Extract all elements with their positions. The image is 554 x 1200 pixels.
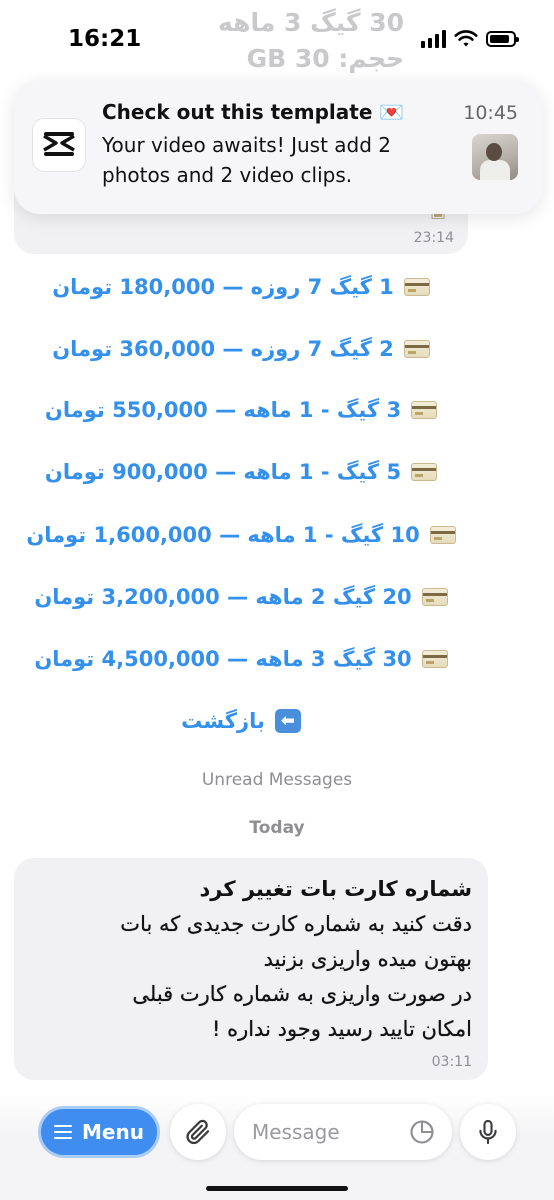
plan-button-label: 2 گیگ 7 روزه — 360,000 تومان xyxy=(52,337,394,361)
capcut-icon xyxy=(32,118,86,172)
message-line: بهتون میده واریزی بزنید xyxy=(263,947,472,971)
microphone-icon xyxy=(479,1119,497,1145)
menu-icon xyxy=(54,1125,73,1139)
credit-card-icon xyxy=(411,463,438,481)
plan-button-2gb[interactable]: 2 گیگ 7 روزه — 360,000 تومان xyxy=(14,329,468,369)
message-line: دقت کنید به شماره کارت جدیدی که بات xyxy=(120,912,472,936)
credit-card-icon xyxy=(421,650,448,668)
plan-button-5gb[interactable]: 5 گیگ - 1 ماهه — 900,000 تومان xyxy=(14,452,468,492)
message-line: در صورت واریزی به شماره کارت قبلی xyxy=(132,982,472,1006)
back-arrow-icon: ⬅ xyxy=(274,709,301,733)
status-icons xyxy=(421,30,519,48)
status-time: 16:21 xyxy=(68,26,142,52)
credit-card-icon xyxy=(403,340,430,358)
voice-record-button[interactable] xyxy=(460,1104,516,1160)
back-button-label: بازگشت xyxy=(181,709,265,733)
notification-thumbnail xyxy=(472,134,518,180)
unread-messages-divider: Unread Messages xyxy=(201,770,353,790)
push-notification[interactable]: Check out this template 💌 Your video awa… xyxy=(14,80,542,214)
message-input-box[interactable] xyxy=(234,1104,452,1160)
plan-button-30gb[interactable]: 30 گیگ 3 ماهه — 4,500,000 تومان xyxy=(14,639,468,679)
plan-button-1gb[interactable]: 1 گیگ 7 روزه — 180,000 تومان xyxy=(14,267,468,307)
bot-menu-button[interactable]: Menu xyxy=(38,1106,160,1158)
plan-button-3gb[interactable]: 3 گیگ - 1 ماهه — 550,000 تومان xyxy=(14,390,468,430)
credit-card-icon xyxy=(429,526,456,544)
credit-card-icon xyxy=(411,401,438,419)
cellular-signal-icon xyxy=(421,30,446,48)
back-button[interactable]: ⬅ بازگشت xyxy=(14,701,468,741)
previous-message-line: حجم: 30 GB xyxy=(246,44,404,73)
plan-button-label: 10 گیگ - 1 ماهه — 1,600,000 تومان xyxy=(26,523,420,547)
plan-button-20gb[interactable]: 20 گیگ 2 ماهه — 3,200,000 تومان xyxy=(14,577,468,617)
message-heading: شماره کارت بات تغییر کرد xyxy=(199,877,472,901)
wifi-icon xyxy=(454,30,478,47)
message-time: 23:14 xyxy=(413,230,454,246)
plan-button-label: 3 گیگ - 1 ماهه — 550,000 تومان xyxy=(44,398,402,422)
credit-card-icon xyxy=(421,588,448,606)
date-divider: Today xyxy=(249,818,305,838)
notification-title: Check out this template 💌 xyxy=(102,100,405,124)
notification-body: Your video awaits! Just add 2 photos and… xyxy=(102,133,392,187)
menu-button-label: Menu xyxy=(82,1120,144,1144)
message-input[interactable] xyxy=(252,1120,408,1144)
plan-button-label: 30 گیگ 3 ماهه — 4,500,000 تومان xyxy=(34,647,412,671)
notification-time: 10:45 xyxy=(463,102,518,124)
paperclip-icon xyxy=(186,1119,210,1145)
message-text: شماره کارت بات تغییر کرد دقت کنید به شما… xyxy=(30,872,472,1047)
credit-card-icon xyxy=(403,278,430,296)
message-time: 03:11 xyxy=(431,1054,472,1070)
home-indicator xyxy=(206,1186,348,1191)
plan-button-10gb[interactable]: 10 گیگ - 1 ماهه — 1,600,000 تومان xyxy=(14,515,468,555)
message-line: امکان تایید رسید وجود نداره ! xyxy=(211,1017,472,1041)
sticker-icon[interactable] xyxy=(408,1118,436,1146)
previous-message-line: 30 گیگ 3 ماهه xyxy=(217,8,404,37)
incoming-message[interactable]: شماره کارت بات تغییر کرد دقت کنید به شما… xyxy=(14,858,488,1080)
plan-button-label: 20 گیگ 2 ماهه — 3,200,000 تومان xyxy=(34,585,412,609)
battery-icon xyxy=(486,31,519,47)
plan-button-label: 5 گیگ - 1 ماهه — 900,000 تومان xyxy=(44,460,402,484)
attach-button[interactable] xyxy=(170,1104,226,1160)
plan-button-label: 1 گیگ 7 روزه — 180,000 تومان xyxy=(52,275,394,299)
